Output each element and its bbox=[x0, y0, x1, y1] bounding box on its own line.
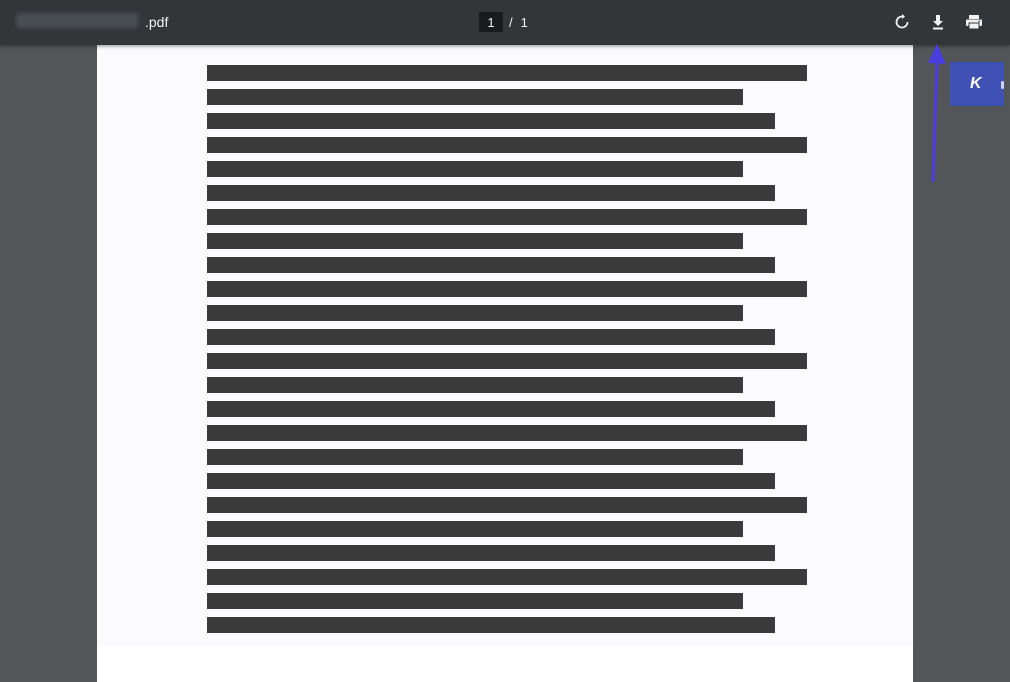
rotate-icon bbox=[894, 14, 910, 30]
redacted-text-line bbox=[207, 137, 807, 153]
redacted-text-line bbox=[207, 257, 775, 273]
redacted-text-line bbox=[207, 281, 807, 297]
redacted-text-line bbox=[207, 329, 775, 345]
pdf-page bbox=[97, 45, 913, 682]
current-page-input[interactable]: 1 bbox=[479, 12, 503, 32]
redacted-text-line bbox=[207, 497, 807, 513]
rotate-button[interactable] bbox=[890, 10, 914, 34]
redacted-text-line bbox=[207, 401, 775, 417]
extension-badge[interactable]: K bbox=[950, 62, 1004, 106]
page-separator: / bbox=[509, 14, 513, 30]
redacted-text-line bbox=[207, 617, 775, 633]
print-button[interactable] bbox=[962, 10, 986, 34]
redacted-text-line bbox=[207, 377, 743, 393]
redacted-text-line bbox=[207, 521, 743, 537]
pdf-toolbar: .pdf 1 / 1 bbox=[0, 0, 1010, 45]
redacted-text-line bbox=[207, 545, 775, 561]
redacted-text-line bbox=[207, 593, 743, 609]
redacted-text-line bbox=[207, 353, 807, 369]
extension-badge-label: K bbox=[970, 75, 982, 92]
redacted-text-line bbox=[207, 89, 743, 105]
print-icon bbox=[965, 14, 983, 30]
redacted-text-line bbox=[207, 185, 775, 201]
extension-badge-indicator bbox=[1001, 81, 1004, 89]
redacted-text-line bbox=[207, 473, 775, 489]
redacted-text-line bbox=[207, 569, 807, 585]
download-button[interactable] bbox=[926, 10, 950, 34]
page-indicator: 1 / 1 bbox=[479, 12, 528, 32]
filename-extension: .pdf bbox=[145, 14, 169, 30]
total-pages: 1 bbox=[520, 14, 528, 30]
redacted-text-line bbox=[207, 113, 775, 129]
redacted-text-line bbox=[207, 65, 807, 81]
download-icon bbox=[930, 14, 946, 30]
redacted-text-line bbox=[207, 425, 807, 441]
redacted-text-line bbox=[207, 161, 743, 177]
arrow-annotation bbox=[928, 44, 946, 183]
redacted-text-line bbox=[207, 305, 743, 321]
filename-redacted bbox=[16, 13, 138, 28]
redacted-text-line bbox=[207, 233, 743, 249]
redacted-text-line bbox=[207, 449, 743, 465]
redacted-text-line bbox=[207, 209, 807, 225]
